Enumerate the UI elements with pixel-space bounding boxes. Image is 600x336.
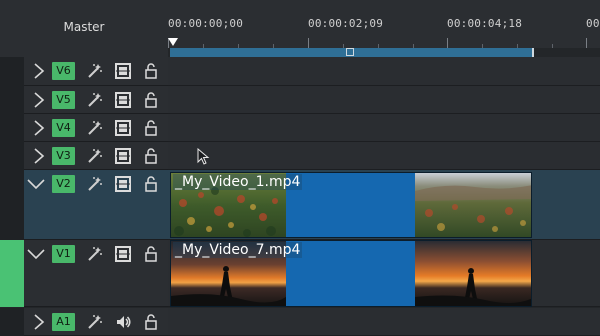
chevron-right-icon[interactable] <box>32 147 46 169</box>
lock-icon[interactable] <box>142 91 160 109</box>
film-icon[interactable] <box>114 62 132 80</box>
track-lane[interactable] <box>168 142 600 170</box>
track-lane[interactable] <box>168 308 600 336</box>
clip-selection-region <box>286 173 415 237</box>
track-name-tag[interactable]: V3 <box>52 147 75 165</box>
track-side-strip <box>0 170 24 240</box>
track-side-strip <box>0 86 24 114</box>
track-name-tag[interactable]: A1 <box>52 313 75 331</box>
track-side-strip <box>0 308 24 336</box>
film-icon[interactable] <box>114 147 132 165</box>
track-lane[interactable] <box>168 57 600 86</box>
track-name-tag[interactable]: V6 <box>52 62 75 80</box>
effect-wand-icon[interactable] <box>86 313 104 331</box>
clip-thumbnail-sunset-end <box>415 241 531 306</box>
master-label[interactable]: Master <box>0 20 168 34</box>
track-header[interactable]: V6 <box>24 57 168 86</box>
effect-wand-icon[interactable] <box>86 245 104 263</box>
film-icon[interactable] <box>114 119 132 137</box>
clip-selection-region <box>286 241 415 306</box>
speaker-icon[interactable] <box>114 313 132 331</box>
clip-thumbnail-forest-end <box>415 173 531 237</box>
track-lane[interactable] <box>168 86 600 114</box>
track-name-tag[interactable]: V5 <box>52 91 75 109</box>
track-name-tag[interactable]: V1 <box>52 245 75 263</box>
effect-wand-icon[interactable] <box>86 175 104 193</box>
zone-end-marker[interactable] <box>532 48 534 57</box>
track-lane[interactable] <box>168 114 600 142</box>
zone-handle[interactable] <box>346 48 354 56</box>
effect-wand-icon[interactable] <box>86 147 104 165</box>
chevron-down-icon[interactable] <box>26 246 46 265</box>
track-side-strip <box>0 142 24 170</box>
film-icon[interactable] <box>114 175 132 193</box>
track-header[interactable]: V2 <box>24 170 168 240</box>
lock-icon[interactable] <box>142 62 160 80</box>
timecode-3: 00:00 <box>586 17 600 30</box>
chevron-right-icon[interactable] <box>32 119 46 141</box>
film-icon[interactable] <box>114 91 132 109</box>
track-name-tag[interactable]: V2 <box>52 175 75 193</box>
lock-icon[interactable] <box>142 245 160 263</box>
clip-v2[interactable]: _My_Video_1.mp4 <box>170 172 532 238</box>
track-side-strip <box>0 57 24 86</box>
lock-icon[interactable] <box>142 313 160 331</box>
track-name-tag[interactable]: V4 <box>52 119 75 137</box>
track-header[interactable]: V5 <box>24 86 168 114</box>
chevron-right-icon[interactable] <box>32 313 46 335</box>
timecode-0: 00:00:00;00 <box>168 17 244 30</box>
track-header[interactable]: V4 <box>24 114 168 142</box>
effect-wand-icon[interactable] <box>86 62 104 80</box>
track-side-strip <box>0 114 24 142</box>
clip-v1[interactable]: _My_Video_7.mp4 <box>170 240 532 307</box>
lock-icon[interactable] <box>142 175 160 193</box>
chevron-down-icon[interactable] <box>26 176 46 195</box>
film-icon[interactable] <box>114 245 132 263</box>
track-header[interactable]: V3 <box>24 142 168 170</box>
track-header[interactable]: A1 <box>24 308 168 336</box>
timecode-2: 00:00:04;18 <box>447 17 523 30</box>
clip-title-v1: _My_Video_7.mp4 <box>173 242 303 258</box>
lock-icon[interactable] <box>142 147 160 165</box>
effect-wand-icon[interactable] <box>86 91 104 109</box>
mouse-cursor-icon <box>197 148 210 165</box>
chevron-right-icon[interactable] <box>32 62 46 84</box>
lock-icon[interactable] <box>142 119 160 137</box>
timecode-1: 00:00:02;09 <box>308 17 384 30</box>
track-header[interactable]: V1 <box>24 240 168 307</box>
v1-active-indicator <box>0 240 24 307</box>
timeline-ruler[interactable]: 00:00:00;00 00:00:02;09 00:00:04;18 00:0… <box>168 0 600 48</box>
effect-wand-icon[interactable] <box>86 119 104 137</box>
clip-title-v2: _My_Video_1.mp4 <box>173 174 303 190</box>
chevron-right-icon[interactable] <box>32 91 46 113</box>
playhead[interactable] <box>168 38 178 46</box>
